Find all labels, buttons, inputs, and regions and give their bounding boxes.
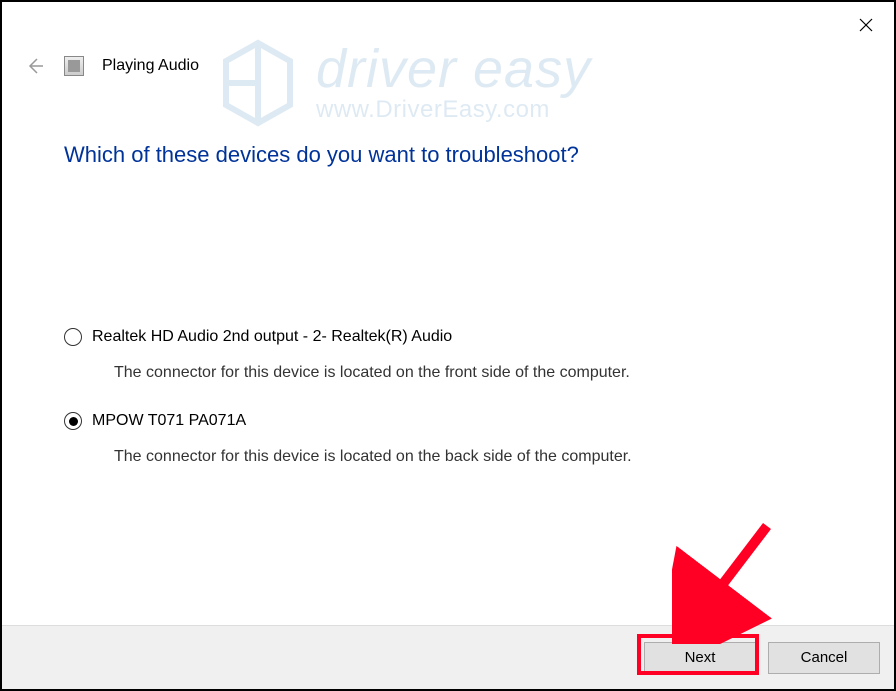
question-heading: Which of these devices do you want to tr… (64, 142, 864, 168)
back-arrow-icon[interactable] (24, 55, 46, 77)
button-bar: Next Cancel (2, 625, 894, 689)
option-label: MPOW T071 PA071A (92, 412, 246, 430)
device-option-mpow[interactable]: MPOW T071 PA071A (64, 412, 864, 430)
radio-unchecked-icon[interactable] (64, 328, 82, 346)
content-area: Which of these devices do you want to tr… (2, 84, 894, 625)
radio-checked-icon[interactable] (64, 412, 82, 430)
app-icon (64, 56, 84, 76)
troubleshooter-window: Playing Audio Which of these devices do … (0, 0, 896, 691)
close-icon[interactable] (856, 15, 876, 35)
device-option-realtek[interactable]: Realtek HD Audio 2nd output - 2- Realtek… (64, 328, 864, 346)
titlebar (2, 2, 894, 48)
header: Playing Audio (2, 48, 894, 84)
option-label: Realtek HD Audio 2nd output - 2- Realtek… (92, 328, 452, 346)
option-description: The connector for this device is located… (114, 448, 864, 466)
cancel-button[interactable]: Cancel (768, 642, 880, 674)
option-description: The connector for this device is located… (114, 364, 864, 382)
page-title: Playing Audio (102, 57, 199, 75)
next-button[interactable]: Next (644, 642, 756, 674)
